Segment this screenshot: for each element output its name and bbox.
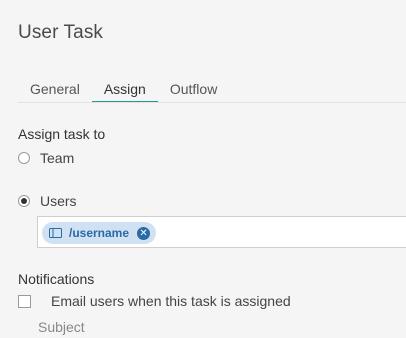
- field-icon: [49, 228, 62, 238]
- tabs-divider: [18, 102, 406, 103]
- email-users-checkbox[interactable]: [18, 294, 31, 308]
- tab-outflow[interactable]: Outflow: [158, 78, 229, 100]
- tab-general[interactable]: General: [18, 78, 92, 100]
- email-users-checkbox-row[interactable]: Email users when this task is assigned: [18, 293, 291, 309]
- remove-chip-icon[interactable]: ✕: [137, 226, 151, 240]
- radio-button[interactable]: [18, 152, 30, 164]
- email-users-label: Email users when this task is assigned: [51, 293, 291, 309]
- assign-section-label: Assign task to: [18, 126, 106, 142]
- page-title: User Task: [18, 22, 104, 43]
- subject-label: Subject: [38, 319, 85, 335]
- radio-team[interactable]: Team: [18, 150, 74, 166]
- radio-users-label: Users: [40, 193, 77, 209]
- tab-bar: General Assign Outflow: [18, 78, 229, 103]
- radio-team-label: Team: [40, 150, 75, 166]
- users-input[interactable]: /username ✕: [37, 216, 406, 248]
- tab-assign[interactable]: Assign: [91, 78, 158, 103]
- user-chip[interactable]: /username ✕: [42, 222, 157, 244]
- radio-users[interactable]: Users: [18, 193, 77, 209]
- user-chip-label: /username: [69, 226, 130, 240]
- radio-button[interactable]: [18, 195, 30, 207]
- notifications-section-label: Notifications: [18, 271, 95, 287]
